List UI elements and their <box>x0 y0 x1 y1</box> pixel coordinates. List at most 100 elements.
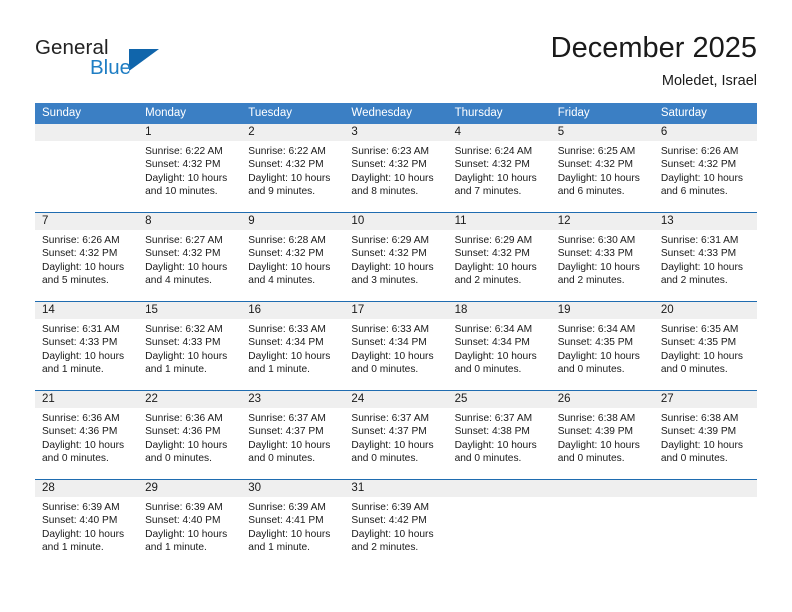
calendar-week-cells: 1 Sunrise: 6:22 AM Sunset: 4:32 PM Daylight… <box>35 124 757 212</box>
day-detail-line: Daylight: 10 hours <box>660 439 743 451</box>
calendar-day-cell[interactable]: 9 Sunrise: 6:28 AM Sunset: 4:32 PM Daylight… <box>241 213 345 301</box>
day-number: 6 <box>660 126 668 138</box>
page-header: General Blue December 2025 Moledet, Isra… <box>0 0 792 100</box>
calendar-day-cell[interactable]: 2 Sunrise: 6:22 AM Sunset: 4:32 PM Daylight… <box>241 124 345 212</box>
day-detail-line: Sunset: 4:32 PM <box>351 248 427 260</box>
calendar-day-cell[interactable]: 15 Sunrise: 6:32 AM Sunset: 4:33 PM Dayligh… <box>138 302 242 390</box>
calendar-day-cell[interactable]: 31 Sunrise: 6:39 AM Sunset: 4:42 PM Dayligh… <box>344 480 448 568</box>
day-detail-line: Daylight: 10 hours <box>248 528 331 540</box>
day-detail-line: and 10 minutes. <box>145 186 218 198</box>
day-details: Sunrise: 6:30 AM Sunset: 4:33 PM Daylight:… <box>551 230 654 288</box>
day-number-bar: 1 <box>138 124 242 141</box>
day-detail-line: Daylight: 10 hours <box>42 261 125 273</box>
calendar-day-cell[interactable]: 11 Sunrise: 6:29 AM Sunset: 4:32 PM Dayligh… <box>447 213 551 301</box>
day-of-week-label-wednesday: Wednesday <box>351 107 412 119</box>
day-detail-line: Daylight: 10 hours <box>248 172 331 184</box>
calendar-day-cell[interactable]: 1 Sunrise: 6:22 AM Sunset: 4:32 PM Daylight… <box>138 124 242 212</box>
calendar-day-cell[interactable]: 17 Sunrise: 6:33 AM Sunset: 4:34 PM Dayligh… <box>344 302 448 390</box>
day-number-bar: 20 <box>653 302 757 319</box>
day-number: 15 <box>145 304 158 316</box>
day-detail-line: Daylight: 10 hours <box>351 439 434 451</box>
day-number: 24 <box>351 393 365 405</box>
calendar-day-cell[interactable]: 22 Sunrise: 6:36 AM Sunset: 4:36 PM Dayligh… <box>138 391 242 479</box>
calendar-day-cell[interactable]: 4 Sunrise: 6:24 AM Sunset: 4:32 PM Daylight… <box>447 124 551 212</box>
calendar-empty-cell <box>447 480 551 568</box>
day-detail-line: Sunrise: 6:27 AM <box>145 235 223 246</box>
day-detail-line: Sunset: 4:33 PM <box>42 337 118 349</box>
calendar-day-cell[interactable]: 13 Sunrise: 6:31 AM Sunset: 4:33 PM Dayligh… <box>653 213 757 301</box>
day-detail-line: Sunset: 4:32 PM <box>454 159 530 171</box>
calendar-day-cell[interactable]: 30 Sunrise: 6:39 AM Sunset: 4:41 PM Dayligh… <box>241 480 345 568</box>
day-number: 3 <box>351 126 358 138</box>
day-detail-line: and 7 minutes. <box>454 186 522 198</box>
calendar-day-cell[interactable]: 24 Sunrise: 6:37 AM Sunset: 4:37 PM Dayligh… <box>344 391 448 479</box>
day-details: Sunrise: 6:25 AM Sunset: 4:32 PM Daylight:… <box>551 141 654 199</box>
day-number-bar: 15 <box>138 302 242 319</box>
calendar-day-cell[interactable]: 26 Sunrise: 6:38 AM Sunset: 4:39 PM Dayligh… <box>550 391 654 479</box>
calendar-week-row: 28 Sunrise: 6:39 AM Sunset: 4:40 PM Dayligh… <box>35 479 757 568</box>
day-number: 14 <box>42 304 55 316</box>
day-detail-line: and 0 minutes. <box>351 453 419 465</box>
day-number-bar: 14 <box>35 302 139 319</box>
calendar-day-cell[interactable]: 16 Sunrise: 6:33 AM Sunset: 4:34 PM Dayligh… <box>241 302 345 390</box>
day-detail-line: and 6 minutes. <box>660 186 728 198</box>
calendar-day-cell[interactable]: 20 Sunrise: 6:35 AM Sunset: 4:35 PM Dayligh… <box>653 302 757 390</box>
day-number: 10 <box>351 215 365 227</box>
day-detail-line: Sunset: 4:42 PM <box>351 515 427 527</box>
day-of-week-header: Sunday Monday Tuesday Wednesday Thursday Frid… <box>35 103 757 124</box>
calendar-empty-cell <box>35 124 139 212</box>
day-detail-line: Sunrise: 6:22 AM <box>248 146 326 157</box>
day-number-bar: 4 <box>447 124 551 141</box>
day-number-bar: 23 <box>241 391 345 408</box>
day-number-bar <box>550 480 654 497</box>
day-detail-line: Sunrise: 6:26 AM <box>660 146 739 157</box>
day-number-bar <box>653 480 757 497</box>
calendar-day-cell[interactable]: 12 Sunrise: 6:30 AM Sunset: 4:33 PM Dayligh… <box>550 213 654 301</box>
day-number: 17 <box>351 304 365 316</box>
calendar-page: General Blue December 2025 Moledet, Isra… <box>0 0 792 612</box>
calendar-day-cell[interactable]: 27 Sunrise: 6:38 AM Sunset: 4:39 PM Dayligh… <box>653 391 757 479</box>
calendar-day-cell[interactable]: 6 Sunrise: 6:26 AM Sunset: 4:32 PM Daylight… <box>653 124 757 212</box>
day-detail-line: and 1 minute. <box>145 364 207 376</box>
day-detail-line: Sunrise: 6:39 AM <box>248 502 326 513</box>
day-number-bar: 26 <box>550 391 654 408</box>
day-detail-line: Sunset: 4:34 PM <box>351 337 427 349</box>
day-detail-line: and 0 minutes. <box>557 453 625 465</box>
day-number-bar: 6 <box>653 124 757 141</box>
calendar-day-cell[interactable]: 3 Sunrise: 6:23 AM Sunset: 4:32 PM Daylight… <box>344 124 448 212</box>
day-detail-line: Daylight: 10 hours <box>145 261 228 273</box>
calendar-day-cell[interactable]: 25 Sunrise: 6:37 AM Sunset: 4:38 PM Dayligh… <box>447 391 551 479</box>
day-number: 4 <box>454 126 461 138</box>
day-number-bar <box>447 480 551 497</box>
day-detail-line: and 4 minutes. <box>145 275 212 287</box>
day-number: 16 <box>248 304 262 316</box>
calendar-day-cell[interactable]: 23 Sunrise: 6:37 AM Sunset: 4:37 PM Dayligh… <box>241 391 345 479</box>
day-detail-line: and 5 minutes. <box>42 275 109 287</box>
calendar-day-cell[interactable]: 28 Sunrise: 6:39 AM Sunset: 4:40 PM Dayligh… <box>35 480 139 568</box>
calendar-day-cell[interactable]: 29 Sunrise: 6:39 AM Sunset: 4:40 PM Dayligh… <box>138 480 242 568</box>
day-detail-line: Sunrise: 6:34 AM <box>557 324 636 335</box>
day-detail-line: Sunrise: 6:38 AM <box>557 413 636 424</box>
title-block: December 2025 Moledet, Israel <box>551 30 757 91</box>
calendar-day-cell[interactable]: 19 Sunrise: 6:34 AM Sunset: 4:35 PM Dayligh… <box>550 302 654 390</box>
day-number-bar: 22 <box>138 391 242 408</box>
day-detail-line: Sunrise: 6:29 AM <box>351 235 430 246</box>
calendar-day-cell[interactable]: 21 Sunrise: 6:36 AM Sunset: 4:36 PM Dayligh… <box>35 391 139 479</box>
day-number-bar: 28 <box>35 480 139 497</box>
day-detail-line: and 1 minute. <box>145 542 207 554</box>
calendar-day-cell[interactable]: 18 Sunrise: 6:34 AM Sunset: 4:34 PM Dayligh… <box>447 302 551 390</box>
day-number: 25 <box>454 393 468 405</box>
calendar-day-cell[interactable]: 14 Sunrise: 6:31 AM Sunset: 4:33 PM Dayligh… <box>35 302 139 390</box>
day-of-week-label-thursday: Thursday <box>454 107 503 119</box>
day-detail-line: and 1 minute. <box>248 364 311 376</box>
calendar-day-cell[interactable]: 7 Sunrise: 6:26 AM Sunset: 4:32 PM Daylight… <box>35 213 139 301</box>
calendar-day-cell[interactable]: 10 Sunrise: 6:29 AM Sunset: 4:32 PM Dayligh… <box>344 213 448 301</box>
day-detail-line: Sunrise: 6:29 AM <box>454 235 533 246</box>
calendar-day-cell[interactable]: 5 Sunrise: 6:25 AM Sunset: 4:32 PM Daylight… <box>550 124 654 212</box>
day-number: 1 <box>145 126 152 138</box>
day-detail-line: Sunset: 4:40 PM <box>42 515 118 527</box>
day-details: Sunrise: 6:33 AM Sunset: 4:34 PM Daylight:… <box>241 319 344 377</box>
calendar-day-cell[interactable]: 8 Sunrise: 6:27 AM Sunset: 4:32 PM Daylight… <box>138 213 242 301</box>
day-detail-line: and 1 minute. <box>42 542 104 554</box>
day-detail-line: Sunset: 4:32 PM <box>557 159 634 171</box>
